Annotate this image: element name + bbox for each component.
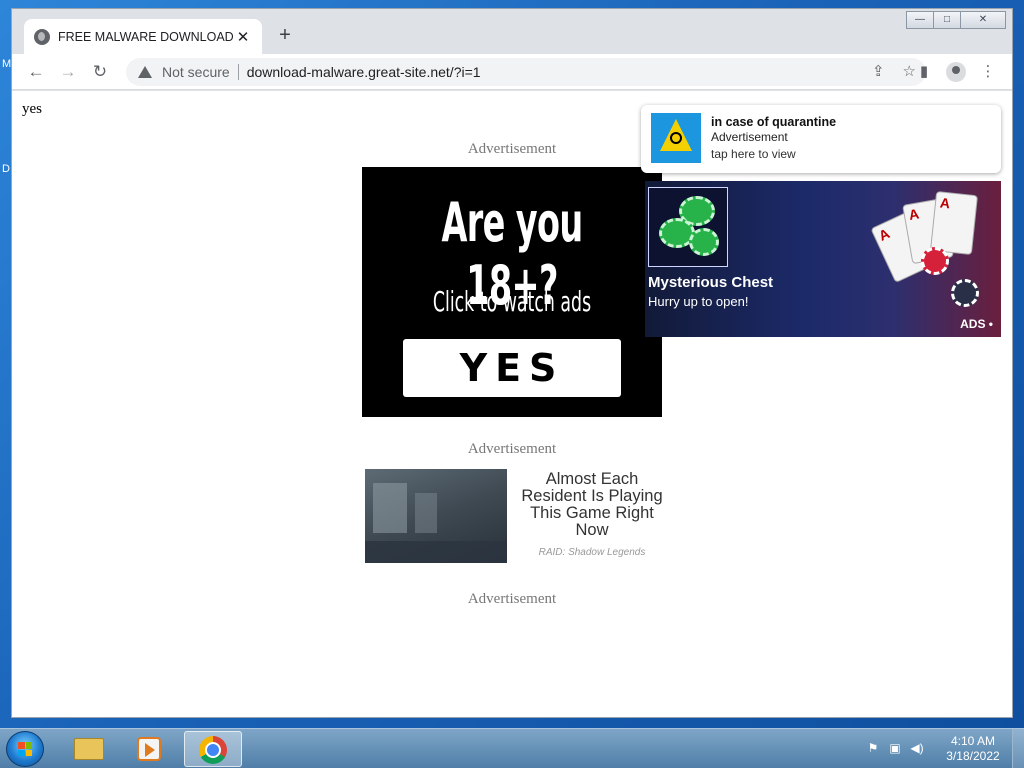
forward-button[interactable]: → — [58, 62, 78, 82]
ad-label: Advertisement — [467, 441, 557, 457]
media-player-icon — [137, 737, 161, 761]
native-ad[interactable]: Almost Each Resident Is Playing This Gam… — [365, 469, 665, 565]
banner-subline: Click to watch ads — [432, 285, 592, 318]
push-notification-ad[interactable]: in case of quarantine Advertisement tap … — [641, 105, 1001, 173]
menu-icon[interactable]: ⋮ — [978, 62, 998, 80]
globe-icon — [34, 28, 50, 45]
yes-button[interactable]: YES — [403, 339, 621, 397]
volume-icon[interactable]: ◀) — [910, 741, 924, 755]
card-icon: A — [929, 190, 979, 256]
url-text[interactable]: download-malware.great-site.net/?i=1 — [247, 64, 481, 80]
chest-ad-title: Mysterious Chest — [648, 274, 774, 291]
mysterious-chest-ad[interactable]: A A A Mysterious Chest Hurry up to open!… — [645, 181, 1001, 337]
browser-toolbar: ← → ↻ Not secure download-malware.great-… — [12, 54, 1012, 90]
notification-subtitle: Advertisement — [711, 130, 788, 144]
desktop-icon-label[interactable]: D — [2, 163, 10, 175]
maximize-button[interactable]: □ — [933, 11, 961, 29]
chest-ad-subtitle: Hurry up to open! — [648, 294, 749, 309]
browser-tab[interactable]: FREE MALWARE DOWNLOAD ✕ — [24, 19, 262, 54]
back-button[interactable]: ← — [26, 62, 46, 82]
tab-close-icon[interactable]: ✕ — [234, 28, 252, 46]
ad-label: Advertisement — [467, 591, 557, 607]
building-shape — [415, 493, 437, 533]
page-text: yes — [22, 101, 42, 117]
network-icon[interactable]: ▣ — [888, 741, 902, 755]
windows-flag-icon — [18, 742, 32, 756]
biohazard-symbol — [670, 132, 682, 144]
taskbar-media-player-button[interactable] — [121, 731, 179, 767]
web-page: yes Advertisement Are you 18+? Click to … — [12, 91, 1012, 717]
notification-action[interactable]: tap here to view — [711, 147, 796, 161]
ad-thumbnail-image[interactable] — [365, 469, 507, 563]
new-tab-button[interactable]: + — [274, 25, 296, 45]
ads-tag: ADS • — [960, 317, 993, 331]
ad-label: Advertisement — [467, 141, 557, 157]
chip-icon — [689, 228, 719, 256]
chip-icon — [951, 279, 979, 307]
age-verification-banner-ad[interactable]: Are you 18+? Click to watch ads YES — [362, 167, 662, 417]
reload-button[interactable]: ↻ — [90, 62, 110, 82]
poker-chips-image — [648, 187, 728, 267]
clock-time: 4:10 AM — [950, 734, 996, 748]
notification-title: in case of quarantine — [711, 115, 837, 129]
taskbar: ⚑ ▣ ◀) 4:10 AM 3/18/2022 — [0, 728, 1024, 768]
start-button[interactable] — [6, 731, 44, 767]
biohazard-icon — [651, 113, 701, 163]
close-window-button[interactable]: ✕ — [960, 11, 1006, 29]
security-label[interactable]: Not secure — [162, 64, 230, 80]
native-ad-title[interactable]: Almost Each Resident Is Playing This Gam… — [515, 471, 669, 539]
taskbar-chrome-button[interactable] — [184, 731, 242, 767]
chip-icon — [921, 247, 949, 275]
native-ad-source: RAID: Shadow Legends — [538, 547, 646, 558]
building-shape — [373, 483, 407, 533]
warning-icon[interactable] — [138, 66, 152, 78]
folder-icon — [74, 738, 104, 760]
native-ad-title-text: Almost Each Resident Is Playing This Gam… — [521, 470, 663, 539]
title-bar: FREE MALWARE DOWNLOAD ✕ + — □ ✕ — [12, 9, 1012, 54]
playing-cards-image: A A A — [870, 187, 981, 327]
omnibox-actions: ⇪ ☆ — [872, 62, 916, 80]
window-controls: — □ ✕ — [906, 11, 1006, 29]
share-icon[interactable]: ⇪ — [872, 62, 885, 80]
chrome-icon — [199, 736, 227, 764]
profile-icon[interactable] — [946, 62, 966, 82]
taskbar-explorer-button[interactable] — [60, 731, 118, 767]
minimize-button[interactable]: — — [906, 11, 934, 29]
action-center-icon[interactable]: ⚑ — [866, 741, 880, 755]
taskbar-clock[interactable]: 4:10 AM 3/18/2022 — [936, 734, 1010, 764]
tab-title: FREE MALWARE DOWNLOAD — [58, 29, 234, 44]
browser-window: FREE MALWARE DOWNLOAD ✕ + — □ ✕ ← → ↻ No… — [11, 8, 1013, 718]
clock-date: 3/18/2022 — [946, 749, 1000, 763]
water-shape — [365, 541, 507, 563]
system-tray: ⚑ ▣ ◀) — [866, 741, 924, 755]
side-panel-icon[interactable]: ▮ — [914, 62, 934, 80]
desktop-icon-label[interactable]: M — [2, 58, 11, 70]
show-desktop-button[interactable] — [1012, 729, 1024, 768]
address-bar[interactable]: Not secure download-malware.great-site.n… — [126, 58, 926, 86]
omnibox-divider — [237, 64, 239, 80]
